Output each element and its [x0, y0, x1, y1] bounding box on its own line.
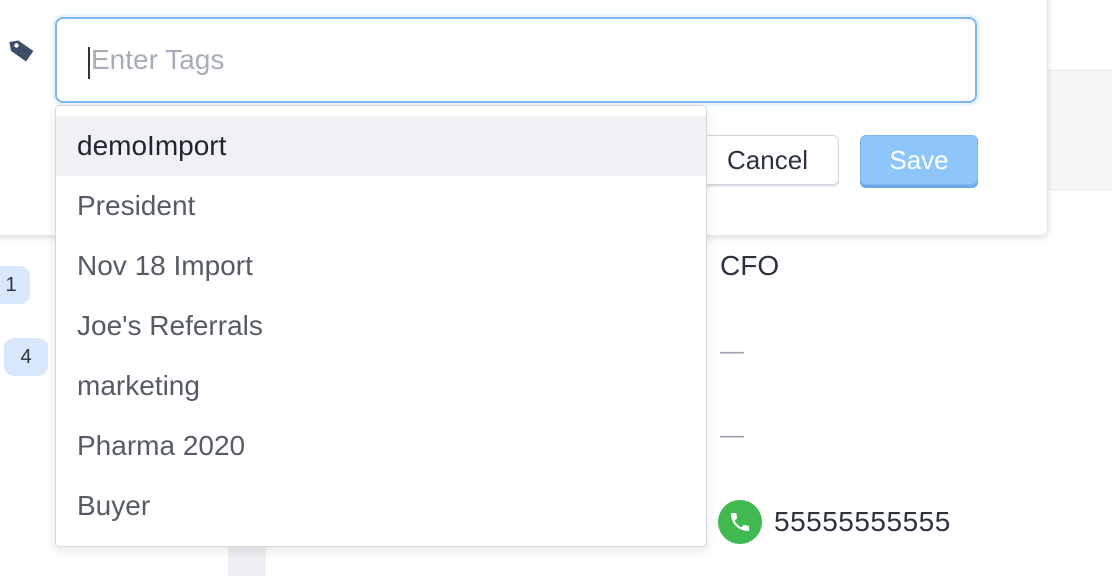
- table-row-shade: [1048, 70, 1112, 190]
- save-button[interactable]: Save: [860, 135, 978, 185]
- phone-icon[interactable]: [718, 500, 762, 544]
- empty-value: —: [720, 338, 744, 365]
- contact-title: CFO: [720, 250, 780, 281]
- suggestion-item[interactable]: marketing: [56, 356, 706, 416]
- empty-value: —: [720, 422, 744, 449]
- tag-suggestions-dropdown: demoImport President Nov 18 Import Joe's…: [55, 105, 707, 547]
- phone-contact[interactable]: 55555555555: [718, 500, 951, 544]
- tag-input-placeholder: Enter Tags: [91, 44, 225, 75]
- tag-icon: [8, 36, 36, 64]
- suggestion-item[interactable]: Nov 18 Import: [56, 236, 706, 296]
- suggestion-item[interactable]: Joe's Referrals: [56, 296, 706, 356]
- column-divider: [228, 545, 266, 576]
- phone-number[interactable]: 55555555555: [774, 506, 951, 538]
- count-badge[interactable]: 4: [4, 338, 48, 376]
- suggestion-item[interactable]: President: [56, 176, 706, 236]
- suggestion-item[interactable]: Pharma 2020: [56, 416, 706, 476]
- suggestion-item[interactable]: Buyer: [56, 476, 706, 536]
- count-badge[interactable]: 1: [0, 266, 30, 304]
- tag-input[interactable]: Enter Tags: [55, 17, 977, 103]
- cancel-button[interactable]: Cancel: [696, 135, 839, 185]
- text-caret: [88, 47, 90, 79]
- suggestion-item[interactable]: demoImport: [56, 116, 706, 176]
